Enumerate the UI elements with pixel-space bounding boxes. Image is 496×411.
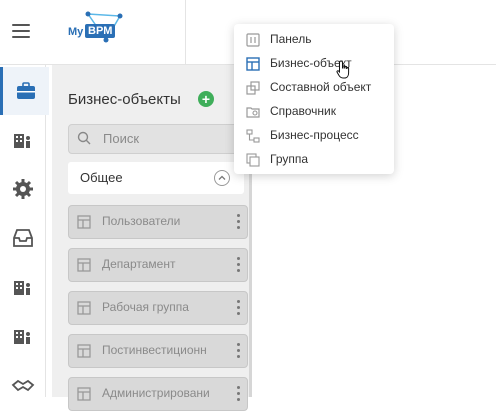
list-item[interactable]: Департамент: [68, 248, 248, 282]
object-label: Постинвестиционн: [102, 343, 207, 357]
panel-title: Бизнес-объекты: [68, 91, 181, 108]
search-icon: [77, 131, 91, 145]
business-objects-panel: Бизнес-объекты + Поиск Общее Пользовател…: [52, 65, 252, 411]
gear-icon: [13, 179, 33, 199]
object-label: Департамент: [102, 257, 176, 271]
inbox-tray-icon: [13, 229, 33, 247]
menu-item-composite-object[interactable]: Составной объект: [234, 76, 394, 100]
more-vertical-icon[interactable]: [237, 343, 241, 359]
create-menu-dropdown: Панель Бизнес-объект Составной объект Сп…: [234, 24, 394, 174]
section-general[interactable]: Общее: [68, 162, 244, 194]
app-logo[interactable]: My BPM: [66, 10, 136, 54]
object-label: Пользователи: [102, 214, 181, 228]
menu-item-label: Панель: [270, 32, 312, 46]
business-process-icon: [246, 129, 260, 143]
building-person-icon: [14, 330, 30, 344]
directory-icon: [246, 107, 260, 118]
rail-item-settings[interactable]: [0, 165, 46, 213]
business-object-icon: [246, 57, 260, 71]
list-item[interactable]: Рабочая группа: [68, 291, 248, 325]
header-divider: [185, 0, 186, 65]
search-input[interactable]: Поиск: [68, 124, 246, 154]
menu-item-label: Группа: [270, 152, 309, 166]
business-object-icon: [77, 344, 91, 358]
object-label: Администрировани: [102, 386, 210, 400]
logo-my-text: My: [68, 26, 84, 38]
menu-item-business-object[interactable]: Бизнес-объект: [234, 52, 394, 76]
object-label: Рабочая группа: [102, 300, 189, 314]
building-person-icon: [14, 281, 30, 295]
more-vertical-icon[interactable]: [237, 300, 241, 316]
menu-item-label: Бизнес-процесс: [270, 128, 359, 142]
hamburger-icon[interactable]: [12, 24, 30, 38]
list-item[interactable]: Пользователи: [68, 205, 248, 239]
menu-item-business-process[interactable]: Бизнес-процесс: [234, 124, 394, 148]
briefcase-icon: [17, 82, 35, 99]
add-object-button[interactable]: +: [198, 91, 214, 107]
rail-item-organization-2[interactable]: [0, 263, 46, 311]
menu-item-label: Справочник: [270, 104, 336, 118]
rail-item-partners[interactable]: [0, 361, 46, 409]
left-nav-rail: [0, 65, 49, 397]
chevron-up-icon[interactable]: [214, 170, 230, 186]
business-object-icon: [77, 387, 91, 401]
business-object-icon: [77, 215, 91, 229]
group-icon: [246, 153, 260, 167]
panel-icon: [246, 33, 260, 47]
rail-item-business-objects[interactable]: [0, 67, 49, 115]
more-vertical-icon[interactable]: [237, 386, 241, 402]
more-vertical-icon[interactable]: [237, 257, 241, 273]
logo-bpm-text: BPM: [85, 24, 116, 38]
business-object-icon: [77, 301, 91, 315]
more-vertical-icon[interactable]: [237, 214, 241, 230]
business-object-icon: [77, 258, 91, 272]
building-person-icon: [14, 134, 30, 148]
rail-item-organization[interactable]: [0, 116, 46, 164]
search-placeholder: Поиск: [103, 131, 140, 146]
menu-item-directory[interactable]: Справочник: [234, 100, 394, 124]
section-label: Общее: [80, 170, 123, 185]
hand-pointer-cursor-icon: [336, 60, 350, 79]
handshake-icon: [11, 379, 35, 392]
list-item[interactable]: Постинвестиционн: [68, 334, 248, 368]
menu-item-panel[interactable]: Панель: [234, 28, 394, 52]
menu-item-label: Составной объект: [270, 80, 372, 94]
rail-item-inbox[interactable]: [0, 214, 46, 262]
composite-object-icon: [246, 81, 260, 95]
list-item[interactable]: Администрировани: [68, 377, 248, 411]
menu-item-group[interactable]: Группа: [234, 148, 394, 172]
rail-item-organization-3[interactable]: [0, 312, 46, 360]
